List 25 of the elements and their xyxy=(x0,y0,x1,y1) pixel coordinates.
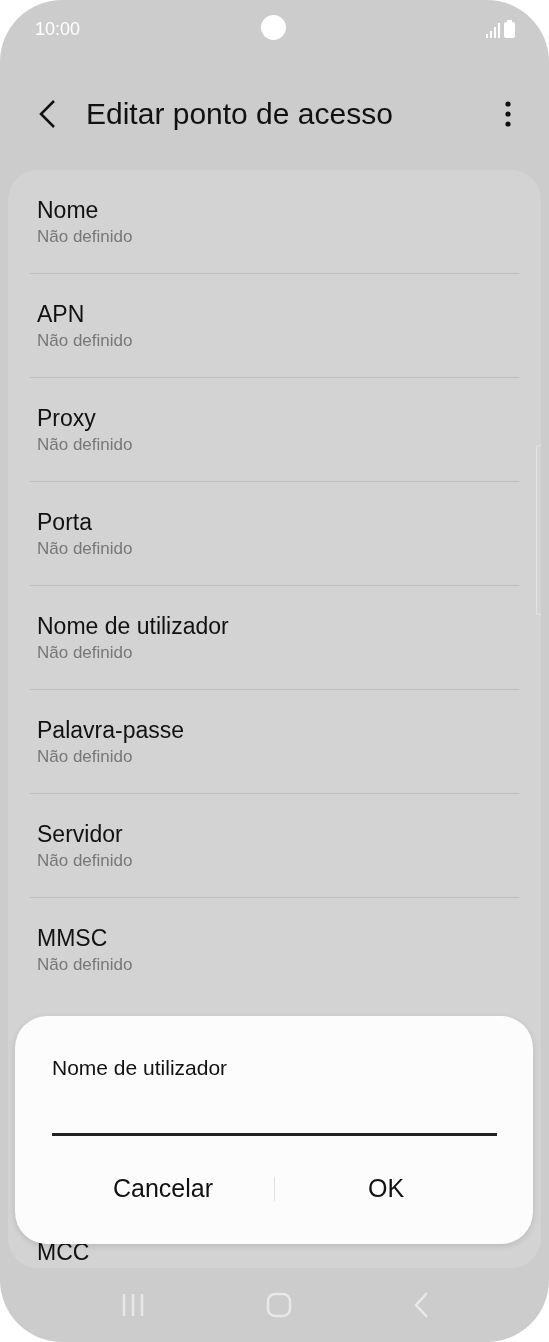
setting-value: Não definido xyxy=(37,538,133,560)
page-title: Editar ponto de acesso xyxy=(86,97,394,131)
setting-title[interactable]: Palavra-passe xyxy=(37,716,185,744)
setting-title[interactable]: Servidor xyxy=(37,820,123,848)
signal-icon xyxy=(486,22,500,38)
battery-icon xyxy=(504,20,515,38)
setting-title[interactable]: Nome de utilizador xyxy=(37,612,229,640)
cancel-button[interactable]: Cancelar xyxy=(52,1166,274,1211)
setting-title[interactable]: Nome xyxy=(37,196,99,224)
setting-value: Não definido xyxy=(37,330,133,352)
setting-title[interactable]: APN xyxy=(37,300,85,328)
setting-value: Não definido xyxy=(37,746,133,768)
setting-value: Não definido xyxy=(37,434,133,456)
dialog-title: Nome de utilizador xyxy=(52,1056,229,1080)
setting-title[interactable]: Porta xyxy=(37,508,92,536)
setting-value: Não definido xyxy=(37,850,133,872)
more-options-icon[interactable] xyxy=(505,101,511,127)
setting-title[interactable]: Proxy xyxy=(37,404,96,432)
setting-value: Não definido xyxy=(37,954,133,976)
setting-value: Não definido xyxy=(37,226,133,248)
setting-value: Não definido xyxy=(37,642,133,664)
back-icon[interactable] xyxy=(38,99,56,129)
camera-hole xyxy=(261,15,286,40)
setting-title[interactable]: MMSC xyxy=(37,924,108,952)
ok-button[interactable]: OK xyxy=(275,1166,497,1211)
